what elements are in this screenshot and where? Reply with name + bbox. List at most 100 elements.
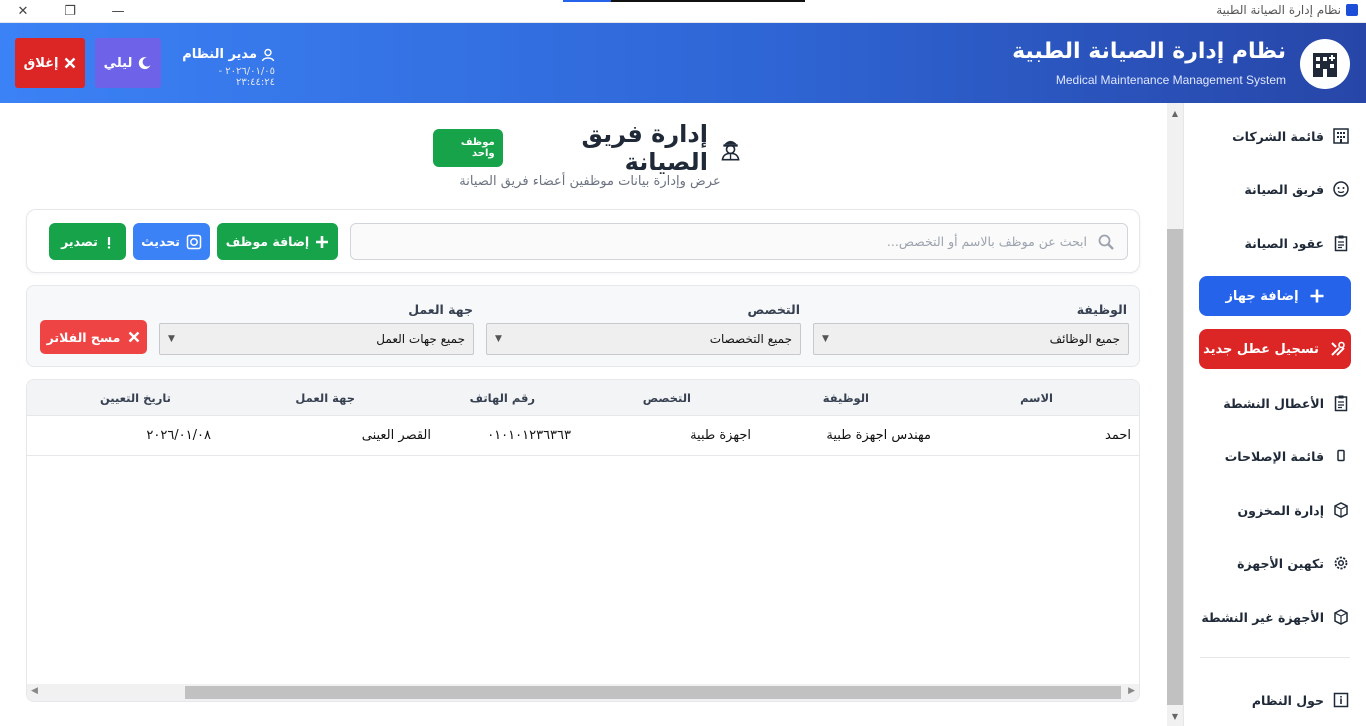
sidebar-item-active-faults[interactable]: الأعطال النشطة: [1200, 383, 1350, 423]
workplace-filter-label: جهة العمل: [408, 302, 473, 317]
add-device-label: إضافة جهاز: [1225, 288, 1299, 304]
page-subtitle: عرض وإدارة بيانات موظفين أعضاء فريق الصي…: [0, 174, 1166, 189]
sidebar-item-label: الأعطال النشطة: [1223, 395, 1324, 411]
window-minimize-button[interactable]: —: [95, 0, 141, 22]
job-filter-select[interactable]: جميع الوظائف ▼: [813, 323, 1129, 355]
cell-phone: ٠١٠١٠١٢٣٦٣٦٣: [487, 428, 571, 443]
window-titlebar: ✕ ❐ — نظام إدارة الصيانة الطبية: [0, 0, 1366, 23]
scroll-right-icon[interactable]: ▶: [1128, 686, 1135, 696]
engineer-icon: [721, 140, 740, 161]
column-header-job[interactable]: الوظيفة: [823, 391, 869, 405]
chevron-down-icon: ▼: [168, 334, 175, 344]
employee-count-badge: موظف واحد: [433, 129, 503, 167]
specialty-filter-label: التخصص: [747, 302, 800, 317]
app-title: نظام إدارة الصيانة الطبية: [1012, 39, 1286, 64]
cell-specialty: اجهزة طبية: [690, 428, 751, 443]
page-scrollbar[interactable]: ▲ ▼: [1167, 103, 1183, 726]
app-icon: [1346, 4, 1358, 16]
app-subtitle: Medical Maintenance Management System: [1055, 73, 1286, 87]
close-app-label: إغلاق: [23, 55, 59, 71]
sidebar-item-maintenance-team[interactable]: فريق الصيانة: [1200, 169, 1350, 209]
chevron-down-icon: ▼: [822, 334, 829, 344]
user-name: مدير النظام: [182, 47, 257, 62]
workplace-filter-select[interactable]: جميع جهات العمل ▼: [159, 323, 474, 355]
table-header: الاسم الوظيفة التخصص رقم الهاتف جهة العم…: [27, 380, 1139, 416]
specialty-filter-select[interactable]: جميع التخصصات ▼: [486, 323, 801, 355]
sidebar-item-label: إدارة المخزون: [1237, 502, 1325, 518]
scroll-up-icon[interactable]: ▲: [1167, 105, 1183, 121]
search-icon: [1098, 234, 1114, 250]
page-scrollbar-thumb[interactable]: [1167, 229, 1183, 705]
night-mode-label: ليلي: [103, 55, 133, 71]
search-input[interactable]: ابحث عن موظف بالاسم أو التخصص...: [350, 223, 1128, 260]
column-header-specialty[interactable]: التخصص: [643, 391, 691, 405]
window-close-button[interactable]: ✕: [0, 0, 46, 22]
column-header-phone[interactable]: رقم الهاتف: [470, 391, 535, 405]
window-title-text: نظام إدارة الصيانة الطبية: [1216, 3, 1341, 17]
current-datetime: ٢٠٢٦/٠١/٠٥ - ٢٣:٤٤:٢٤: [218, 66, 275, 88]
phone-icon: [1332, 447, 1350, 465]
refresh-button[interactable]: تحديث: [133, 223, 210, 260]
sidebar-divider: [1200, 657, 1350, 658]
add-employee-button[interactable]: إضافة موظف: [217, 223, 338, 260]
sidebar-item-label: تكهين الأجهزة: [1237, 555, 1324, 571]
table-row[interactable]: احمد مهندس اجهزة طبية اجهزة طبية ٠١٠١٠١٢…: [27, 416, 1139, 456]
sidebar-item-inventory[interactable]: إدارة المخزون: [1200, 490, 1350, 530]
moon-icon: [139, 57, 151, 70]
user-info: مدير النظام ٢٠٢٦/٠١/٠٥ - ٢٣:٤٤:٢٤: [180, 47, 275, 88]
plus-icon: [1310, 289, 1324, 303]
loading-progress-bar: [563, 0, 805, 2]
info-icon: [1332, 691, 1350, 709]
sidebar-item-about[interactable]: حول النظام: [1200, 680, 1350, 720]
add-device-button[interactable]: إضافة جهاز: [1199, 276, 1351, 316]
cell-hire-date: ٢٠٢٦/٠١/٠٨: [146, 428, 211, 443]
page-title: إدارة فريق الصيانة: [581, 120, 708, 176]
window-maximize-button[interactable]: ❐: [47, 0, 93, 22]
column-header-workplace[interactable]: جهة العمل: [295, 391, 355, 405]
add-employee-label: إضافة موظف: [225, 234, 310, 249]
sidebar-item-label: فريق الصيانة: [1244, 181, 1324, 197]
sidebar-item-companies[interactable]: قائمة الشركات: [1200, 116, 1350, 156]
table-scrollbar-thumb[interactable]: [185, 686, 1121, 699]
night-mode-button[interactable]: ليلي: [95, 38, 161, 88]
page-subtitle-text: عرض وإدارة بيانات موظفين أعضاء فريق الصي…: [459, 174, 721, 189]
app-header: نظام إدارة الصيانة الطبية Medical Mainte…: [0, 23, 1366, 103]
scroll-left-icon[interactable]: ◀: [31, 686, 38, 696]
box-icon: [1332, 501, 1350, 519]
search-placeholder: ابحث عن موظف بالاسم أو التخصص...: [886, 234, 1087, 249]
sidebar-item-scrap-devices[interactable]: تكهين الأجهزة: [1200, 543, 1350, 583]
sidebar: قائمة الشركات فريق الصيانة عقود الصيانة …: [1183, 103, 1366, 726]
scroll-down-icon[interactable]: ▼: [1167, 708, 1183, 724]
export-button[interactable]: تصدير: [49, 223, 126, 260]
export-label: تصدير: [61, 234, 98, 249]
sidebar-item-contracts[interactable]: عقود الصيانة: [1200, 223, 1350, 263]
tools-icon: [1331, 341, 1345, 356]
job-filter-label: الوظيفة: [1076, 302, 1127, 317]
close-app-button[interactable]: إغلاق: [15, 38, 85, 88]
page-header: إدارة فريق الصيانة موظف واحد: [433, 120, 743, 176]
clipboard-icon: [1332, 234, 1350, 252]
window-title: نظام إدارة الصيانة الطبية: [1216, 3, 1358, 17]
refresh-icon: [186, 234, 202, 249]
app-logo: [1300, 39, 1350, 89]
gear-icon: [1332, 554, 1350, 572]
column-header-hire-date[interactable]: تاريخ التعيين: [100, 391, 171, 405]
close-icon: [129, 331, 140, 343]
column-header-name[interactable]: الاسم: [1020, 391, 1053, 405]
hospital-icon: [1313, 53, 1337, 77]
download-icon: [107, 236, 111, 249]
worker-icon: [1332, 180, 1350, 198]
new-fault-button[interactable]: تسجيل عطل جديد: [1199, 329, 1351, 369]
building-icon: [1332, 127, 1350, 145]
clear-filters-label: مسح الفلاتر: [46, 329, 121, 345]
table-horizontal-scrollbar[interactable]: ◀ ▶: [27, 684, 1139, 701]
clear-filters-button[interactable]: مسح الفلاتر: [40, 320, 147, 354]
sidebar-item-label: حول النظام: [1251, 692, 1324, 708]
sidebar-item-label: قائمة الشركات: [1232, 128, 1324, 144]
sidebar-item-label: عقود الصيانة: [1244, 235, 1324, 251]
specialty-filter-value: جميع التخصصات: [709, 332, 792, 346]
sidebar-item-repairs[interactable]: قائمة الإصلاحات: [1200, 436, 1350, 476]
plus-icon: [316, 235, 329, 248]
user-icon: [261, 48, 275, 61]
sidebar-item-inactive-devices[interactable]: الأجهزة غير النشطة: [1200, 597, 1350, 637]
